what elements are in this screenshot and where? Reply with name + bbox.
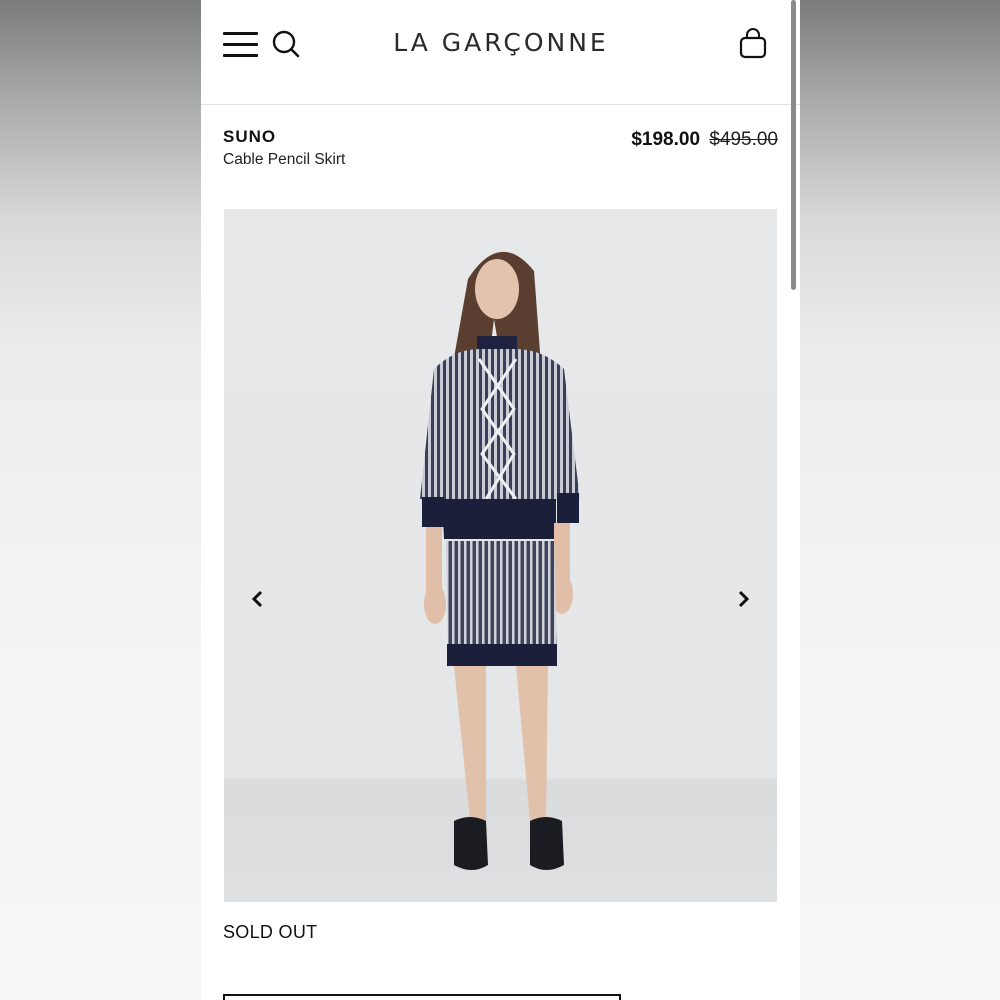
page-scrollbar[interactable] bbox=[791, 0, 796, 290]
chevron-left-icon bbox=[251, 590, 263, 608]
product-name: Cable Pencil Skirt bbox=[223, 151, 346, 168]
site-header: LA GARÇONNE bbox=[201, 0, 800, 105]
product-price: $198.00 $495.00 bbox=[631, 129, 778, 151]
original-price: $495.00 bbox=[709, 129, 778, 150]
availability-status: SOLD OUT bbox=[223, 922, 318, 942]
product-image-gallery[interactable] bbox=[224, 209, 777, 902]
gallery-next-button[interactable] bbox=[731, 587, 755, 611]
product-brand[interactable]: SUNO bbox=[223, 127, 276, 147]
size-select-box[interactable] bbox=[223, 994, 621, 1000]
chevron-right-icon bbox=[738, 590, 750, 608]
site-logo[interactable]: LA GARÇONNE bbox=[301, 28, 701, 57]
gallery-prev-button[interactable] bbox=[246, 587, 270, 611]
sale-price: $198.00 bbox=[631, 129, 701, 150]
search-icon[interactable] bbox=[271, 28, 301, 60]
product-photo bbox=[420, 251, 580, 870]
hamburger-menu-icon[interactable] bbox=[223, 30, 259, 58]
phone-viewport: LA GARÇONNE SUNO Cable Pencil Skirt $198… bbox=[201, 0, 800, 1000]
shopping-bag-icon[interactable] bbox=[737, 27, 769, 61]
